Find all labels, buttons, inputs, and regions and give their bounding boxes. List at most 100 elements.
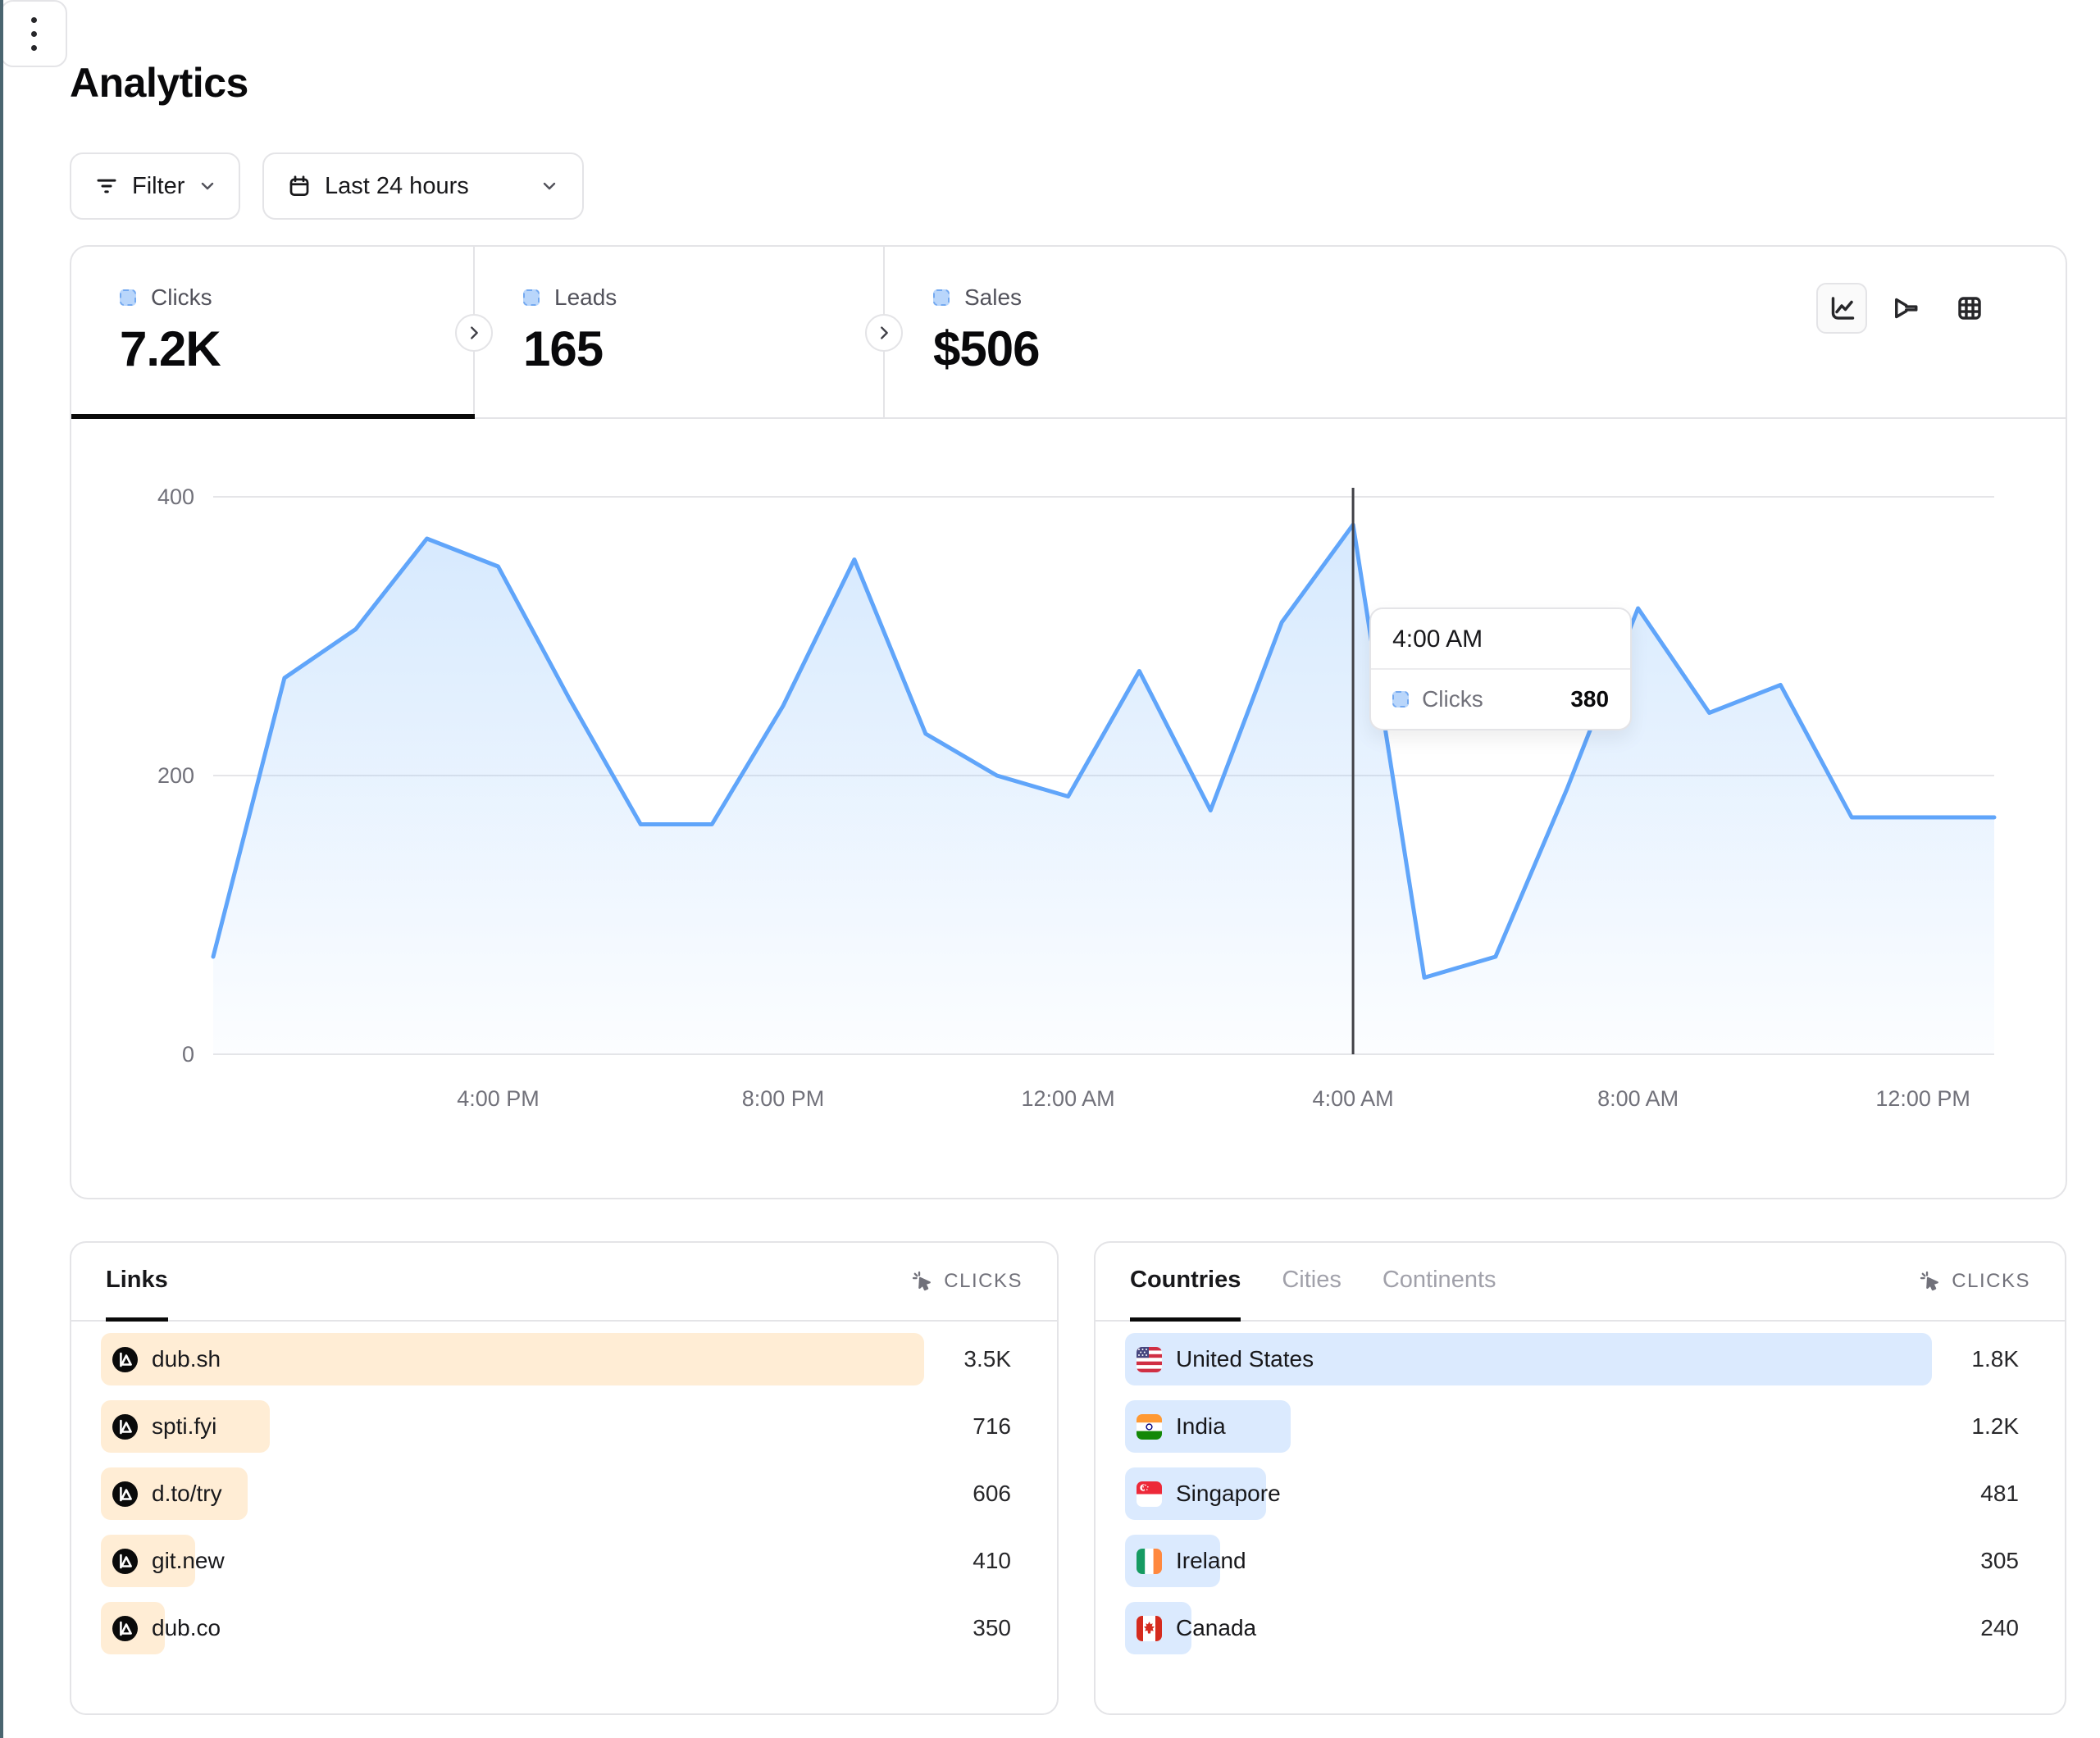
singapore-flag-icon <box>1137 1481 1162 1507</box>
filter-button[interactable]: Filter <box>70 152 240 220</box>
metric-label: CLICKS <box>944 1270 1023 1293</box>
tooltip-series-label: Clicks <box>1422 686 1557 712</box>
dub-logo-icon <box>112 1616 138 1641</box>
dub-logo-icon <box>112 1347 138 1372</box>
country-row[interactable]: Ireland 305 <box>1125 1535 2019 1587</box>
tab-continents[interactable]: Continents <box>1383 1243 1496 1322</box>
leads-series-marker <box>523 289 540 306</box>
svg-text:200: 200 <box>157 763 194 788</box>
stat-card-clicks[interactable]: Clicks 7.2K <box>71 247 475 417</box>
svg-text:8:00 AM: 8:00 AM <box>1597 1086 1679 1111</box>
more-options-button[interactable] <box>0 0 67 67</box>
links-tab-label: Links <box>106 1267 168 1294</box>
country-label: India <box>1176 1413 1226 1440</box>
area-chart-canvas: 0200400 4:00 PM8:00 PM12:00 AM4:00 AM8:0… <box>71 419 2066 1198</box>
filter-lines-icon <box>94 174 119 198</box>
svg-text:8:00 PM: 8:00 PM <box>742 1086 825 1111</box>
svg-text:4:00 AM: 4:00 AM <box>1313 1086 1394 1111</box>
stat-label: Sales <box>964 284 1022 311</box>
funnel-icon <box>1891 293 1920 323</box>
tooltip-time: 4:00 AM <box>1371 609 1630 670</box>
countries-list: United States 1.8K India 1.2K <box>1096 1322 2065 1654</box>
cities-tab-label: Cities <box>1282 1267 1342 1294</box>
stats-row: Clicks 7.2K Leads 165 Sales $506 <box>71 247 2066 419</box>
us-flag-icon <box>1137 1347 1162 1372</box>
country-row[interactable]: Singapore 481 <box>1125 1467 2019 1520</box>
country-label: Ireland <box>1176 1548 1246 1574</box>
tooltip-value: 380 <box>1570 686 1609 712</box>
table-view-button[interactable] <box>1944 283 1995 334</box>
country-value: 305 <box>1945 1548 2019 1574</box>
country-label: United States <box>1176 1346 1314 1372</box>
dub-logo-icon <box>112 1414 138 1440</box>
svg-text:4:00 PM: 4:00 PM <box>457 1086 540 1111</box>
link-label: dub.sh <box>152 1346 221 1372</box>
svg-text:0: 0 <box>182 1042 194 1067</box>
stat-label: Leads <box>554 284 617 311</box>
links-panel: Links CLICKS <box>70 1241 1059 1715</box>
country-row[interactable]: India 1.2K <box>1125 1400 2019 1453</box>
calendar-icon <box>287 174 312 198</box>
link-row[interactable]: spti.fyi 716 <box>101 1400 1011 1453</box>
link-label: spti.fyi <box>152 1413 216 1440</box>
link-label: dub.co <box>152 1615 221 1641</box>
country-value: 1.2K <box>1945 1413 2019 1440</box>
expand-sales-button[interactable] <box>865 314 903 352</box>
expand-leads-button[interactable] <box>455 314 493 352</box>
tab-links[interactable]: Links <box>106 1243 168 1322</box>
link-label: d.to/try <box>152 1481 222 1507</box>
clicks-series-marker <box>1392 691 1409 707</box>
dub-logo-icon <box>112 1549 138 1574</box>
link-row[interactable]: git.new 410 <box>101 1535 1011 1587</box>
link-row[interactable]: dub.co 350 <box>101 1602 1011 1654</box>
tab-cities[interactable]: Cities <box>1282 1243 1342 1322</box>
links-list: dub.sh 3.5K spti.fyi 716 <box>71 1322 1057 1654</box>
sales-series-marker <box>933 289 950 306</box>
tab-countries[interactable]: Countries <box>1130 1243 1241 1322</box>
country-value: 481 <box>1945 1481 2019 1507</box>
dub-logo-icon <box>112 1481 138 1507</box>
country-row[interactable]: Canada 240 <box>1125 1602 2019 1654</box>
countries-tab-label: Countries <box>1130 1267 1241 1294</box>
chart-tooltip: 4:00 AM Clicks 380 <box>1369 607 1632 730</box>
cursor-click-icon <box>1919 1270 1942 1293</box>
link-row[interactable]: d.to/try 606 <box>101 1467 1011 1520</box>
chevron-down-icon <box>198 176 217 196</box>
date-range-selector[interactable]: Last 24 hours <box>262 152 584 220</box>
countries-metric-selector[interactable]: CLICKS <box>1919 1270 2030 1293</box>
link-value: 716 <box>937 1413 1011 1440</box>
grid-table-icon <box>1955 293 1984 323</box>
metric-label: CLICKS <box>1952 1270 2030 1293</box>
links-metric-selector[interactable]: CLICKS <box>911 1270 1023 1293</box>
country-value: 240 <box>1945 1615 2019 1641</box>
cursor-click-icon <box>911 1270 934 1293</box>
ireland-flag-icon <box>1137 1549 1162 1574</box>
analytics-card: Clicks 7.2K Leads 165 Sales $506 <box>70 245 2067 1199</box>
analytics-page: Analytics Filter Last 24 hours <box>0 0 2100 1738</box>
chevron-down-icon <box>540 176 559 196</box>
link-row[interactable]: dub.sh 3.5K <box>101 1333 1011 1385</box>
stat-card-leads[interactable]: Leads 165 <box>475 247 885 417</box>
page-title: Analytics <box>70 59 248 107</box>
continents-tab-label: Continents <box>1383 1267 1496 1294</box>
line-chart-icon <box>1827 293 1856 323</box>
country-label: Canada <box>1176 1615 1256 1641</box>
svg-text:12:00 PM: 12:00 PM <box>1875 1086 1970 1111</box>
country-value: 1.8K <box>1945 1346 2019 1372</box>
canada-flag-icon <box>1137 1616 1162 1641</box>
link-value: 606 <box>937 1481 1011 1507</box>
link-value: 350 <box>937 1615 1011 1641</box>
countries-panel: Countries Cities Continents CLICKS <box>1094 1241 2066 1715</box>
india-flag-icon <box>1137 1414 1162 1440</box>
link-value: 3.5K <box>937 1346 1011 1372</box>
stat-value: 165 <box>523 321 883 377</box>
stat-label: Clicks <box>151 284 212 311</box>
country-row[interactable]: United States 1.8K <box>1125 1333 2019 1385</box>
filter-button-label: Filter <box>132 173 184 200</box>
clicks-time-series-chart[interactable]: 0200400 4:00 PM8:00 PM12:00 AM4:00 AM8:0… <box>71 419 2066 1198</box>
window-edge <box>0 0 3 1738</box>
stat-value: 7.2K <box>120 321 473 377</box>
funnel-view-button[interactable] <box>1880 283 1931 334</box>
date-range-label: Last 24 hours <box>325 173 469 200</box>
line-chart-view-button[interactable] <box>1816 283 1867 334</box>
